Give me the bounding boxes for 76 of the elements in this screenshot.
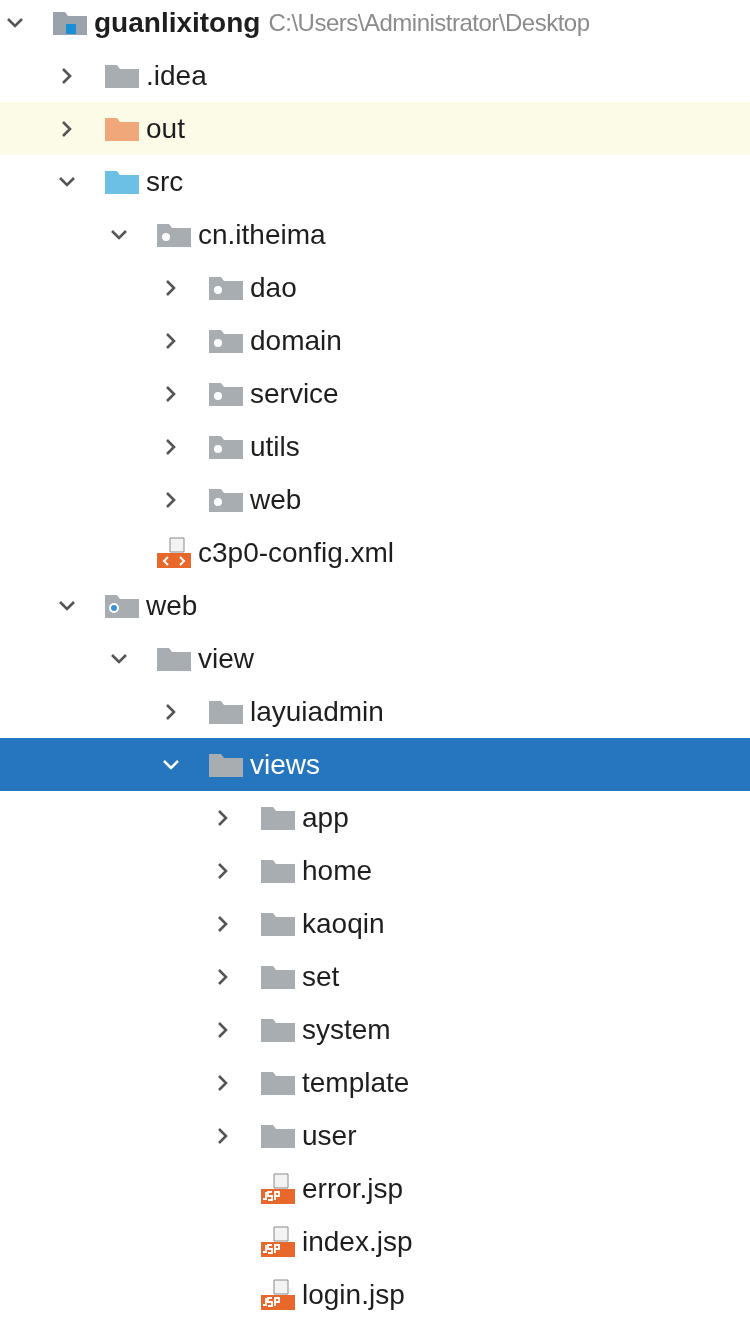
project-name: guanlixitong [94,5,261,40]
item-label: src [146,164,184,199]
tree-row[interactable]: dao [0,261,750,314]
tree-row[interactable]: .idea [0,49,750,102]
tree-row[interactable]: user [0,1109,750,1162]
package-folder-icon [208,433,244,460]
tree-row[interactable]: service [0,367,750,420]
item-label: .idea [146,58,207,93]
module-folder-icon [52,9,88,36]
item-label: web [250,482,302,517]
tree-row[interactable]: kaoqin [0,897,750,950]
item-label: view [198,641,254,676]
tree-row[interactable]: web [0,473,750,526]
item-label: user [302,1118,357,1153]
item-label: dao [250,270,297,305]
tree-row[interactable]: domain [0,314,750,367]
item-label: login.jsp [302,1277,405,1312]
item-label: kaoqin [302,906,385,941]
package-folder-icon [208,274,244,301]
tree-row[interactable]: guanlixitong C:\Users\Administrator\Desktop [0,0,750,49]
item-label: system [302,1012,391,1047]
package-folder-icon [208,327,244,354]
item-label: home [302,853,373,888]
folder-icon [104,115,140,142]
item-label: layuiadmin [250,694,384,729]
jsp-file-icon [260,1278,296,1311]
tree-row[interactable]: src [0,155,750,208]
item-label: error.jsp [302,1171,404,1206]
item-label: domain [250,323,342,358]
item-label: template [302,1065,410,1100]
package-folder-icon [156,221,192,248]
item-label: index.jsp [302,1224,413,1259]
tree-row[interactable]: template [0,1056,750,1109]
item-label: utils [250,429,300,464]
item-label: service [250,376,339,411]
tree-row[interactable]: error.jsp [0,1162,750,1215]
project-path: C:\Users\Administrator\Desktop [268,7,590,38]
tree-row[interactable]: views [0,738,750,791]
tree-row[interactable]: cn.itheima [0,208,750,261]
folder-icon [260,1122,296,1149]
folder-icon [104,168,140,195]
item-label: cn.itheima [198,217,326,252]
item-label: out [146,111,185,146]
tree-row[interactable]: home [0,844,750,897]
tree-row[interactable]: index.jsp [0,1215,750,1268]
folder-icon [260,963,296,990]
jsp-file-icon [260,1172,296,1205]
folder-icon [260,804,296,831]
tree-row[interactable]: utils [0,420,750,473]
tree-row[interactable]: web [0,579,750,632]
folder-icon [208,751,244,778]
package-folder-icon [208,380,244,407]
item-label: web [146,588,198,623]
tree-row[interactable]: login.jsp [0,1268,750,1321]
item-label: c3p0-config.xml [198,535,395,570]
tree-row[interactable]: out [0,102,750,155]
folder-icon [260,1016,296,1043]
tree-row[interactable]: layuiadmin [0,685,750,738]
folder-icon [208,698,244,725]
tree-row[interactable]: app [0,791,750,844]
package-folder-icon [208,486,244,513]
folder-icon [260,910,296,937]
web-folder-icon [104,592,140,619]
tree-row[interactable]: set [0,950,750,1003]
jsp-file-icon [260,1225,296,1258]
item-label: views [250,747,320,782]
tree-row[interactable]: system [0,1003,750,1056]
folder-icon [260,1069,296,1096]
folder-icon [104,62,140,89]
folder-icon [260,857,296,884]
xml-file-icon [156,536,192,569]
item-label: app [302,800,349,835]
item-label: set [302,959,340,994]
tree-row[interactable]: view [0,632,750,685]
folder-icon [156,645,192,672]
tree-row[interactable]: c3p0-config.xml [0,526,750,579]
